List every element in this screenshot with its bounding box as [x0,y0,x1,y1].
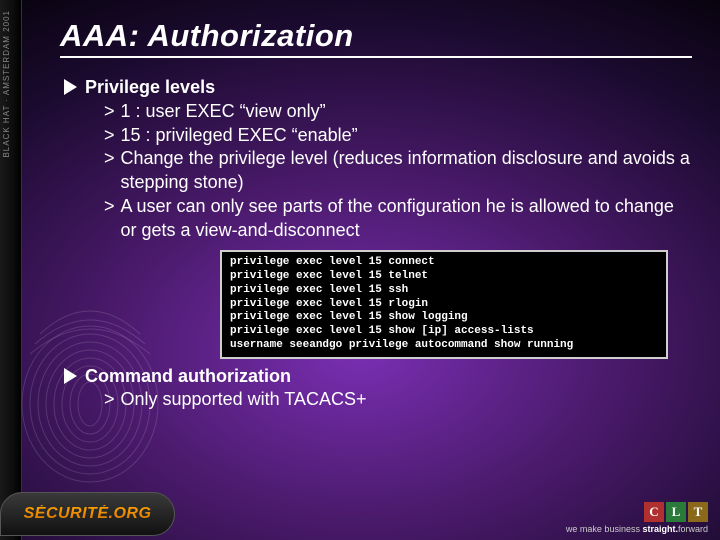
section2-heading: Command authorization [85,365,291,389]
tagline-post: forward [678,524,708,534]
securite-logo-text: SÉCURITÉ.ORG [24,505,152,523]
clt-t-box: T [688,502,708,522]
clt-l-box: L [666,502,686,522]
slide-title: AAA: Authorization [60,18,692,58]
bullet-item: > A user can only see parts of the confi… [104,195,692,243]
bullet-item: > Only supported with TACACS+ [104,388,692,412]
triangle-bullet-icon [64,368,77,384]
chevron-right-icon: > [104,388,115,412]
bullet-text: 1 : user EXEC “view only” [121,100,326,124]
bullet-text: A user can only see parts of the configu… [121,195,692,243]
left-strip-text: BLACK HAT · AMSTERDAM 2001 [2,10,11,158]
tagline-pre: we make business [566,524,643,534]
slide-content: Privilege levels > 1 : user EXEC “view o… [60,76,692,412]
bullet-item: > 15 : privileged EXEC “enable” [104,124,692,148]
left-sidebar-strip: BLACK HAT · AMSTERDAM 2001 [0,0,22,540]
chevron-right-icon: > [104,147,115,171]
chevron-right-icon: > [104,195,115,219]
tagline-bold: straight. [642,524,678,534]
clt-c-box: C [644,502,664,522]
slide-body: AAA: Authorization Privilege levels > 1 … [22,0,720,540]
clt-logo: C L T [566,502,708,522]
section1-heading: Privilege levels [85,76,215,100]
tagline: we make business straight.forward [566,524,708,534]
bullet-text: 15 : privileged EXEC “enable” [121,124,358,148]
bullet-item: > 1 : user EXEC “view only” [104,100,692,124]
bullet-item: > Change the privilege level (reduces in… [104,147,692,195]
bullet-text: Only supported with TACACS+ [121,388,367,412]
section-command-authorization: Command authorization > Only supported w… [64,365,692,413]
section-privilege-levels: Privilege levels > 1 : user EXEC “view o… [64,76,692,242]
chevron-right-icon: > [104,124,115,148]
triangle-bullet-icon [64,79,77,95]
footer-right: C L T we make business straight.forward [566,502,708,534]
bullet-text: Change the privilege level (reduces info… [121,147,692,195]
chevron-right-icon: > [104,100,115,124]
code-block: privilege exec level 15 connect privileg… [220,250,668,358]
securite-logo: SÉCURITÉ.ORG [0,492,175,536]
